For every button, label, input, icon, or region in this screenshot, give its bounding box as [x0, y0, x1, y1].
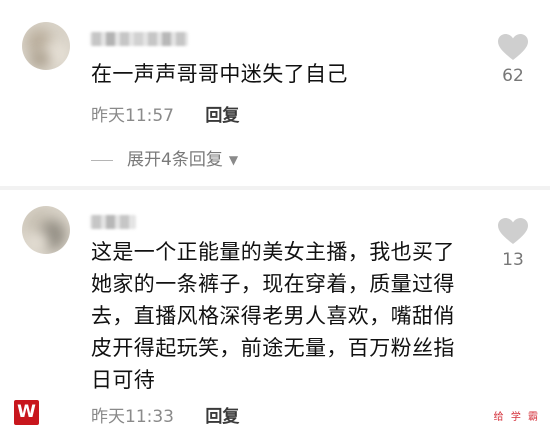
username-blurred[interactable]	[90, 32, 188, 46]
reply-button[interactable]: 回复	[205, 407, 239, 427]
expand-replies-button[interactable]: 展开4条回复 ▼	[91, 147, 238, 173]
comment-time: 昨天11:33	[91, 407, 174, 427]
divider-dash	[91, 159, 113, 161]
comment-meta: 昨天11:57 回复	[91, 103, 239, 129]
reply-button[interactable]: 回复	[205, 106, 239, 126]
comment-item: 在一声声哥哥中迷失了自己 昨天11:57 回复 62 展开4条回复 ▼	[0, 0, 550, 180]
heart-icon	[498, 218, 528, 244]
like-count: 62	[502, 66, 524, 86]
w-logo-icon: W	[14, 400, 39, 425]
avatar[interactable]	[22, 22, 70, 70]
watermark-text: 给 学 霸	[493, 412, 540, 423]
like-count: 13	[502, 250, 524, 270]
caret-down-icon: ▼	[228, 153, 239, 167]
comment-meta: 昨天11:33 回复	[91, 404, 239, 430]
username-blurred[interactable]	[90, 215, 136, 229]
like-button[interactable]: 13	[496, 218, 530, 271]
heart-icon	[498, 34, 528, 60]
comment-text: 这是一个正能量的美女主播，我也买了她家的一条裤子，现在穿着，质量过得去，直播风格…	[91, 240, 455, 392]
avatar[interactable]	[22, 206, 70, 254]
comment-text: 在一声声哥哥中迷失了自己	[91, 62, 348, 86]
expand-replies-label: 展开4条回复	[127, 150, 223, 170]
comment-item: 这是一个正能量的美女主播，我也买了她家的一条裤子，现在穿着，质量过得去，直播风格…	[0, 190, 550, 439]
like-button[interactable]: 62	[496, 34, 530, 87]
comment-time: 昨天11:57	[91, 106, 174, 126]
